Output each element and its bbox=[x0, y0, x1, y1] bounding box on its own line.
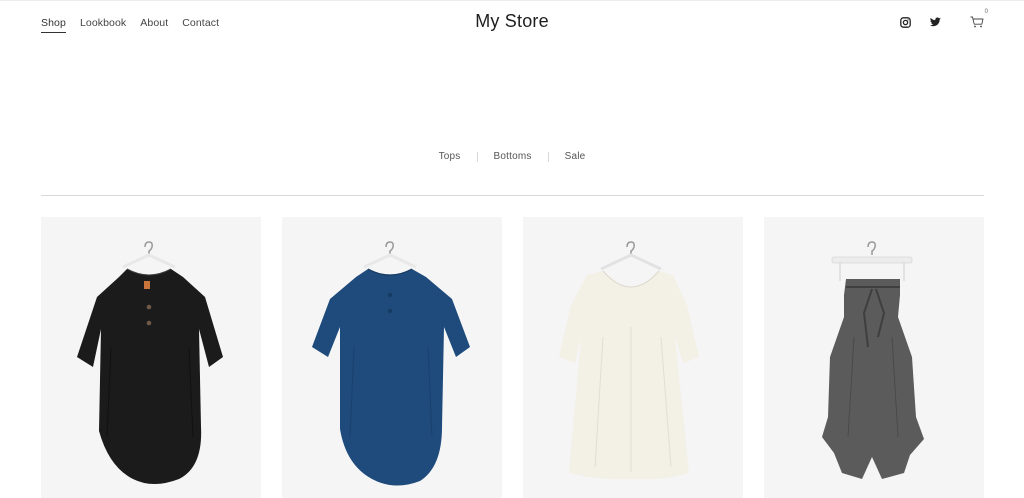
nav-lookbook[interactable]: Lookbook bbox=[80, 16, 126, 33]
blue-tunic-image bbox=[312, 241, 470, 486]
nav-shop[interactable]: Shop bbox=[41, 16, 66, 33]
category-filter: Tops Bottoms Sale bbox=[0, 151, 1024, 162]
filter-divider bbox=[41, 195, 984, 196]
grey-trousers-image bbox=[822, 241, 924, 479]
category-separator bbox=[476, 151, 478, 162]
instagram-icon[interactable] bbox=[898, 15, 912, 29]
cream-dress-image bbox=[559, 241, 699, 480]
header-icons: 0 bbox=[898, 9, 988, 29]
cart-count: 0 bbox=[984, 9, 988, 15]
category-sale[interactable]: Sale bbox=[565, 151, 586, 162]
product-card-cream-dress[interactable] bbox=[523, 217, 743, 498]
store-name[interactable]: My Store bbox=[475, 11, 549, 31]
cart-icon[interactable]: 0 bbox=[970, 9, 988, 29]
main-nav: Shop Lookbook About Contact bbox=[41, 16, 219, 33]
category-separator bbox=[547, 151, 549, 162]
store-page: Shop Lookbook About Contact My Store 0 T… bbox=[0, 0, 1024, 498]
category-bottoms[interactable]: Bottoms bbox=[494, 151, 532, 162]
nav-about[interactable]: About bbox=[140, 16, 168, 33]
product-card-blue-tunic[interactable] bbox=[282, 217, 502, 498]
product-card-black-tunic[interactable] bbox=[41, 217, 261, 498]
product-card-grey-trousers[interactable] bbox=[764, 217, 984, 498]
black-tunic-image bbox=[77, 241, 223, 484]
top-border bbox=[0, 0, 1024, 1]
category-tops[interactable]: Tops bbox=[439, 151, 461, 162]
twitter-icon[interactable] bbox=[928, 15, 942, 29]
nav-contact[interactable]: Contact bbox=[182, 16, 219, 33]
